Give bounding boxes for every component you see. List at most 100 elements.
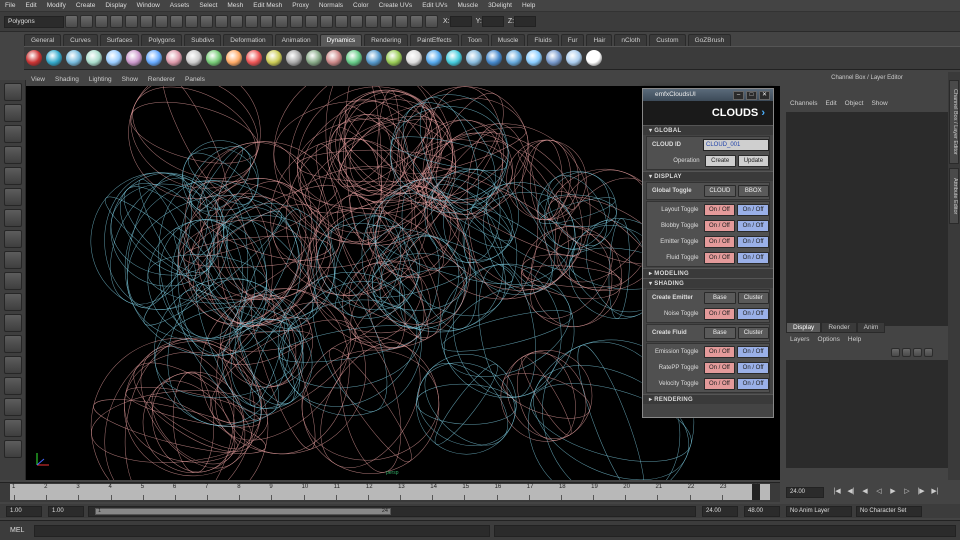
emitter-cluster-button[interactable]: Cluster: [737, 292, 769, 304]
toggle-on-off-button-2[interactable]: On / Off: [737, 252, 769, 264]
channel-box-area[interactable]: [786, 112, 948, 326]
step-back-icon[interactable]: ◀: [860, 487, 870, 497]
uniform-field-icon[interactable]: [186, 50, 202, 66]
history-icon[interactable]: [350, 15, 363, 28]
passive-rigid-icon[interactable]: [266, 50, 282, 66]
show-hide-icon[interactable]: [425, 15, 438, 28]
shelf-tab-fluids[interactable]: Fluids: [527, 34, 559, 46]
play-back-icon[interactable]: ◁: [874, 487, 884, 497]
range-end-field[interactable]: 48.00: [744, 505, 780, 517]
snap-curve-icon[interactable]: [290, 15, 303, 28]
go-to-end-icon[interactable]: ▶|: [930, 487, 940, 497]
section-modeling[interactable]: ▸ MODELING: [643, 268, 773, 278]
fluid-cluster-button[interactable]: Cluster: [737, 327, 769, 339]
goal-icon[interactable]: [406, 50, 422, 66]
range-slider-handle[interactable]: 1 24: [95, 507, 391, 515]
toggle-on-off-button-2[interactable]: On / Off: [737, 362, 769, 374]
select-object-icon[interactable]: [125, 15, 138, 28]
fluid-paint-icon[interactable]: [546, 50, 562, 66]
mask-curve-icon[interactable]: [185, 15, 198, 28]
menu-help[interactable]: Help: [517, 0, 540, 12]
shelf-tab-rendering[interactable]: Rendering: [364, 34, 409, 46]
vtab-channel-box[interactable]: Channel Box / Layer Editor: [949, 80, 959, 164]
menu-file[interactable]: File: [0, 0, 20, 12]
menu-assets[interactable]: Assets: [165, 0, 195, 12]
range-start-field[interactable]: 1.00: [6, 505, 42, 517]
layer-tab-render[interactable]: Render: [821, 322, 857, 333]
cloud-button[interactable]: CLOUD: [704, 185, 736, 197]
vortex-field-icon[interactable]: [206, 50, 222, 66]
noise-on-off-button-2[interactable]: On / Off: [737, 308, 769, 320]
shelf-tab-fur[interactable]: Fur: [560, 34, 585, 46]
mode-selector[interactable]: Polygons: [4, 15, 64, 28]
pond-icon[interactable]: [506, 50, 522, 66]
radial-field-icon[interactable]: [146, 50, 162, 66]
step-forward-key-icon[interactable]: |▶: [916, 487, 926, 497]
bbox-button[interactable]: BBOX: [737, 185, 769, 197]
particle-tool-icon[interactable]: [26, 50, 42, 66]
layout-persp-outliner-2-icon[interactable]: [4, 398, 22, 416]
shelf-tab-custom[interactable]: Custom: [649, 34, 686, 46]
springs-icon[interactable]: [386, 50, 402, 66]
emit-fluid-icon[interactable]: [466, 50, 482, 66]
mask-render-icon[interactable]: [245, 15, 258, 28]
shelf-tab-surfaces[interactable]: Surfaces: [99, 34, 140, 46]
paint-select-tool-icon[interactable]: [4, 125, 22, 143]
menu-modify[interactable]: Modify: [42, 0, 71, 12]
mask-dynamic-icon[interactable]: [230, 15, 243, 28]
y-field[interactable]: [481, 16, 504, 27]
scale-tool-icon[interactable]: [4, 188, 22, 206]
mask-surface-icon[interactable]: [200, 15, 213, 28]
rigid-body-icon[interactable]: [246, 50, 262, 66]
maximize-icon[interactable]: □: [746, 90, 757, 100]
go-to-start-icon[interactable]: |◀: [832, 487, 842, 497]
shelf-tab-toon[interactable]: Toon: [460, 34, 489, 46]
toggle-on-off-button[interactable]: On / Off: [703, 346, 736, 358]
render-settings-icon[interactable]: [395, 15, 408, 28]
layout-four-icon[interactable]: [4, 314, 22, 332]
layout-persp-graph-icon[interactable]: [4, 356, 22, 374]
shelf-tab-general[interactable]: General: [24, 34, 62, 46]
open-scene-icon[interactable]: [80, 15, 93, 28]
fluid-2d-icon[interactable]: [446, 50, 462, 66]
shelf-tab-gozbrush[interactable]: GoZBrush: [687, 34, 732, 46]
cloud-shelf-icon[interactable]: [586, 50, 602, 66]
step-back-key-icon[interactable]: ◀|: [846, 487, 856, 497]
fluid-3d-icon[interactable]: [426, 50, 442, 66]
select-component-icon[interactable]: [140, 15, 153, 28]
layer-down-icon[interactable]: [924, 348, 933, 357]
shelf-tab-deformation[interactable]: Deformation: [223, 34, 273, 46]
lasso-tool-icon[interactable]: [4, 104, 22, 122]
hypershade-icon[interactable]: [410, 15, 423, 28]
time-slider[interactable]: 123456789101112131415161718192021222324: [10, 484, 770, 500]
layer-new-icon[interactable]: [891, 348, 900, 357]
shelf-tab-polygons[interactable]: Polygons: [141, 34, 183, 46]
layer-menu-options[interactable]: Options: [814, 334, 844, 346]
toggle-on-off-button-2[interactable]: On / Off: [737, 378, 769, 390]
constraint-spring-icon[interactable]: [346, 50, 362, 66]
layer-tab-anim[interactable]: Anim: [856, 322, 886, 333]
shelf-tab-curves[interactable]: Curves: [63, 34, 98, 46]
shelf-tab-painteffects[interactable]: PaintEffects: [410, 34, 459, 46]
last-tool-icon[interactable]: [4, 272, 22, 290]
channel-menu-channels[interactable]: Channels: [786, 98, 821, 110]
menu-create-uvs[interactable]: Create UVs: [374, 0, 418, 12]
mask-misc-icon[interactable]: [260, 15, 273, 28]
shelf-tab-hair[interactable]: Hair: [586, 34, 613, 46]
volume-axis-icon[interactable]: [226, 50, 242, 66]
menu-muscle[interactable]: Muscle: [452, 0, 483, 12]
section-display[interactable]: ▾ DISPLAY: [643, 171, 773, 181]
panel-menu-shading[interactable]: Shading: [50, 74, 84, 86]
panel-menu-show[interactable]: Show: [117, 74, 143, 86]
air-field-icon[interactable]: [66, 50, 82, 66]
menu-mesh[interactable]: Mesh: [222, 0, 248, 12]
turbulence-field-icon[interactable]: [166, 50, 182, 66]
new-scene-icon[interactable]: [65, 15, 78, 28]
layer-menu-help[interactable]: Help: [844, 334, 865, 346]
channel-menu-show[interactable]: Show: [867, 98, 891, 110]
save-scene-icon[interactable]: [95, 15, 108, 28]
mask-handle-icon[interactable]: [155, 15, 168, 28]
snap-plane-icon[interactable]: [320, 15, 333, 28]
toggle-on-off-button-2[interactable]: On / Off: [737, 220, 769, 232]
constraint-hinge-icon[interactable]: [326, 50, 342, 66]
